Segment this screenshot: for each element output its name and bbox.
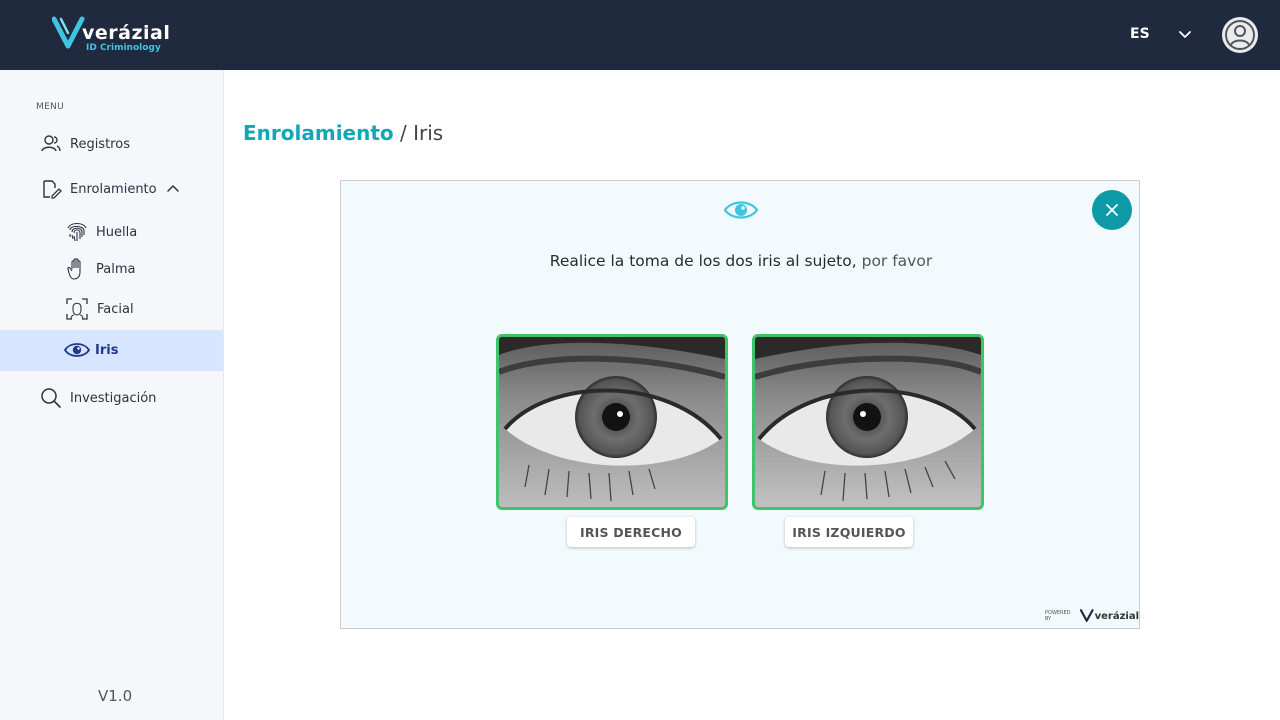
iris-capture-panel: Realice la toma de los dos iris al sujet… [340, 180, 1140, 629]
eye-icon [64, 343, 90, 357]
sidebar-item-iris[interactable]: Iris [64, 340, 118, 360]
powered-by-brand: verázial [1094, 610, 1139, 622]
users-icon [41, 135, 61, 152]
language-selector[interactable]: ES [1130, 26, 1150, 42]
brand-name: verázial [82, 22, 171, 44]
instruction-main: Realice la toma de los dos iris al sujet… [549, 252, 857, 270]
palm-icon [67, 258, 81, 280]
sidebar-item-registros[interactable]: Registros [40, 134, 130, 154]
sidebar-item-investigacion[interactable]: Investigación [40, 387, 156, 409]
search-icon [41, 388, 61, 408]
brand-logo[interactable]: verázial ID Criminology [52, 14, 170, 58]
sidebar-item-palma[interactable]: Palma [66, 257, 135, 281]
sidebar: MENU Registros Enrolamiento Huella Palma… [0, 70, 224, 720]
close-icon [1106, 204, 1118, 216]
iris-right-button[interactable]: IRIS DERECHO [567, 517, 695, 547]
sidebar-item-huella[interactable]: Huella [66, 221, 137, 243]
close-button[interactable] [1092, 190, 1132, 230]
user-avatar[interactable] [1222, 17, 1258, 53]
sidebar-item-label: Iris [95, 342, 119, 358]
breadcrumb-separator: / [393, 121, 414, 145]
breadcrumb-current: Iris [413, 121, 444, 145]
eye-icon [723, 201, 759, 219]
iris-right-capture[interactable] [496, 334, 728, 510]
menu-label: MENU [36, 102, 64, 112]
iris-right-image [499, 337, 725, 507]
powered-by: POWERED BY verázial [1045, 609, 1139, 623]
sidebar-item-label: Huella [96, 224, 138, 240]
powered-by-label: POWERED BY [1045, 610, 1071, 622]
top-bar: verázial ID Criminology ES [0, 0, 1280, 70]
brand-subtitle: ID Criminology [86, 43, 161, 53]
breadcrumb-section[interactable]: Enrolamiento [243, 121, 394, 145]
app-version: V1.0 [98, 687, 133, 705]
instruction-text: Realice la toma de los dos iris al sujet… [341, 252, 1141, 270]
sidebar-item-label: Investigación [70, 390, 157, 406]
iris-left-image [755, 337, 981, 507]
veridial-logo-icon [1080, 609, 1094, 622]
sidebar-item-label: Registros [70, 136, 130, 152]
sidebar-item-label: Facial [97, 301, 134, 317]
iris-left-capture[interactable] [752, 334, 984, 510]
sidebar-item-enrolamiento[interactable]: Enrolamiento [40, 179, 183, 199]
sidebar-item-facial[interactable]: Facial [65, 297, 134, 321]
chevron-down-icon[interactable] [1176, 26, 1194, 44]
sidebar-item-label: Palma [96, 261, 136, 277]
instruction-tail: por favor [856, 252, 933, 270]
breadcrumb: Enrolamiento / Iris [243, 121, 443, 145]
face-scan-icon [66, 298, 88, 320]
iris-left-button[interactable]: IRIS IZQUIERDO [785, 517, 913, 547]
chevron-up-icon[interactable] [163, 181, 183, 197]
edit-document-icon [43, 180, 62, 199]
fingerprint-icon [67, 222, 87, 242]
user-avatar-icon [1225, 20, 1255, 50]
sidebar-item-label: Enrolamiento [70, 181, 157, 197]
